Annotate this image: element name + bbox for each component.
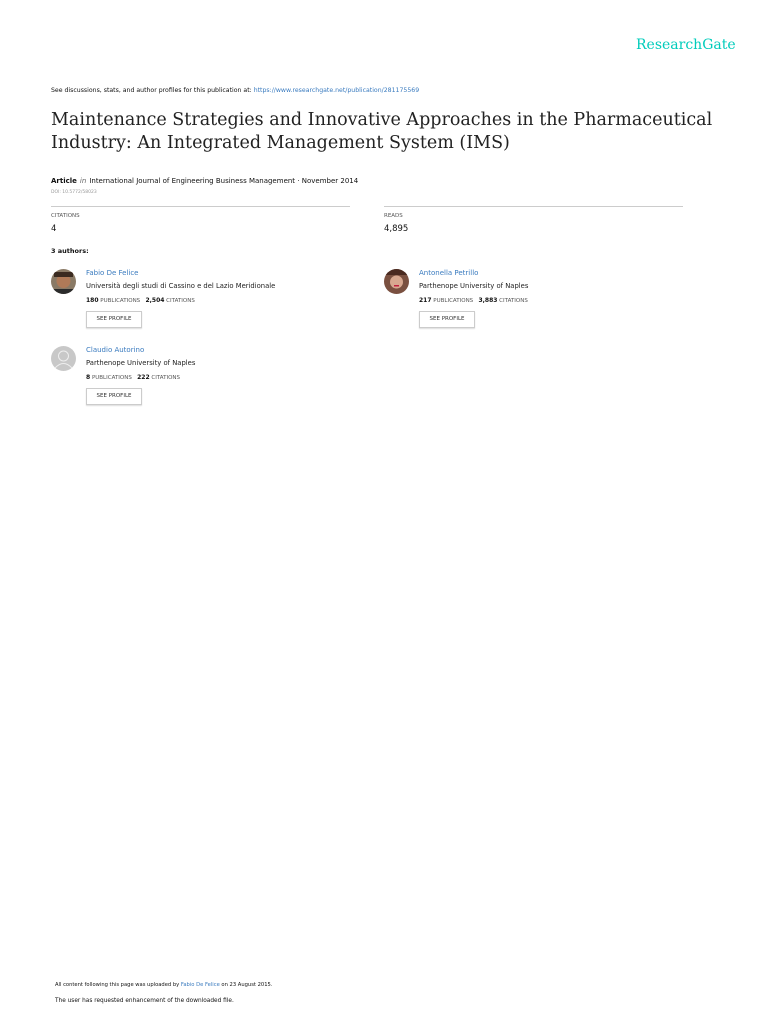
upload-date: on 23 August 2015. — [219, 982, 273, 988]
publications-label: PUBLICATIONS — [433, 298, 474, 304]
default-avatar-icon[interactable] — [51, 346, 76, 371]
upload-notice: All content following this page was uplo… — [55, 982, 272, 988]
author-name[interactable]: Claudio Autorino — [86, 346, 144, 354]
avatar[interactable] — [51, 269, 76, 294]
divider — [51, 206, 350, 207]
divider — [384, 206, 683, 207]
citations-label: CITATIONS — [499, 298, 528, 304]
article-type: Article — [51, 177, 77, 185]
citations-count: 2,504 — [145, 297, 165, 304]
notice-text: See discussions, stats, and author profi… — [51, 87, 254, 94]
author-name[interactable]: Antonella Petrillo — [419, 269, 478, 277]
author-card: Fabio De Felice Università degli studi d… — [51, 269, 351, 339]
publication-meta: Article in International Journal of Engine… — [51, 177, 358, 185]
researchgate-logo[interactable]: ResearchGate — [636, 37, 736, 53]
discussion-notice: See discussions, stats, and author profi… — [51, 87, 419, 94]
author-stats: 217 PUBLICATIONS 3,883 CITATIONS — [419, 297, 528, 304]
author-card: Antonella Petrillo Parthenope University… — [384, 269, 684, 339]
author-institution: Parthenope University of Naples — [86, 359, 196, 367]
author-name[interactable]: Fabio De Felice — [86, 269, 139, 277]
publication-link[interactable]: https://www.researchgate.net/publication… — [254, 87, 419, 94]
publications-label: PUBLICATIONS — [100, 298, 141, 304]
author-institution: Parthenope University of Naples — [419, 282, 529, 290]
citations-count: 4 — [51, 224, 57, 234]
citations-label: CITATIONS — [166, 298, 195, 304]
avatar[interactable] — [384, 269, 409, 294]
citations-count: 3,883 — [478, 297, 498, 304]
publication-title: Maintenance Strategies and Innovative Ap… — [51, 110, 713, 153]
publications-count: 8 — [86, 374, 91, 381]
author-institution: Università degli studi di Cassino e del … — [86, 282, 276, 290]
upload-prefix: All content following this page was uplo… — [55, 982, 181, 988]
author-stats: 180 PUBLICATIONS 2,504 CITATIONS — [86, 297, 195, 304]
reads-count: 4,895 — [384, 224, 409, 234]
citations-label: CITATIONS — [51, 213, 80, 219]
author-card: Claudio Autorino Parthenope University o… — [51, 346, 351, 416]
citations-label: CITATIONS — [151, 375, 181, 381]
see-profile-button[interactable]: SEE PROFILE — [86, 388, 142, 405]
see-profile-button[interactable]: SEE PROFILE — [419, 311, 475, 328]
journal-info: International Journal of Engineering Bus… — [89, 177, 359, 185]
reads-label: READS — [384, 213, 403, 219]
uploader-link[interactable]: Fabio De Felice — [181, 982, 220, 988]
doi: DOI: 10.5772/58023 — [51, 190, 97, 195]
enhancement-note: The user has requested enhancement of th… — [55, 998, 234, 1004]
publications-count: 217 — [419, 297, 432, 304]
citations-count: 222 — [137, 374, 150, 381]
see-profile-button[interactable]: SEE PROFILE — [86, 311, 142, 328]
authors-heading: 3 authors: — [51, 247, 89, 255]
author-stats: 8 PUBLICATIONS 222 CITATIONS — [86, 374, 180, 381]
in-label: in — [79, 177, 87, 185]
publications-label: PUBLICATIONS — [91, 375, 132, 381]
publications-count: 180 — [86, 297, 99, 304]
